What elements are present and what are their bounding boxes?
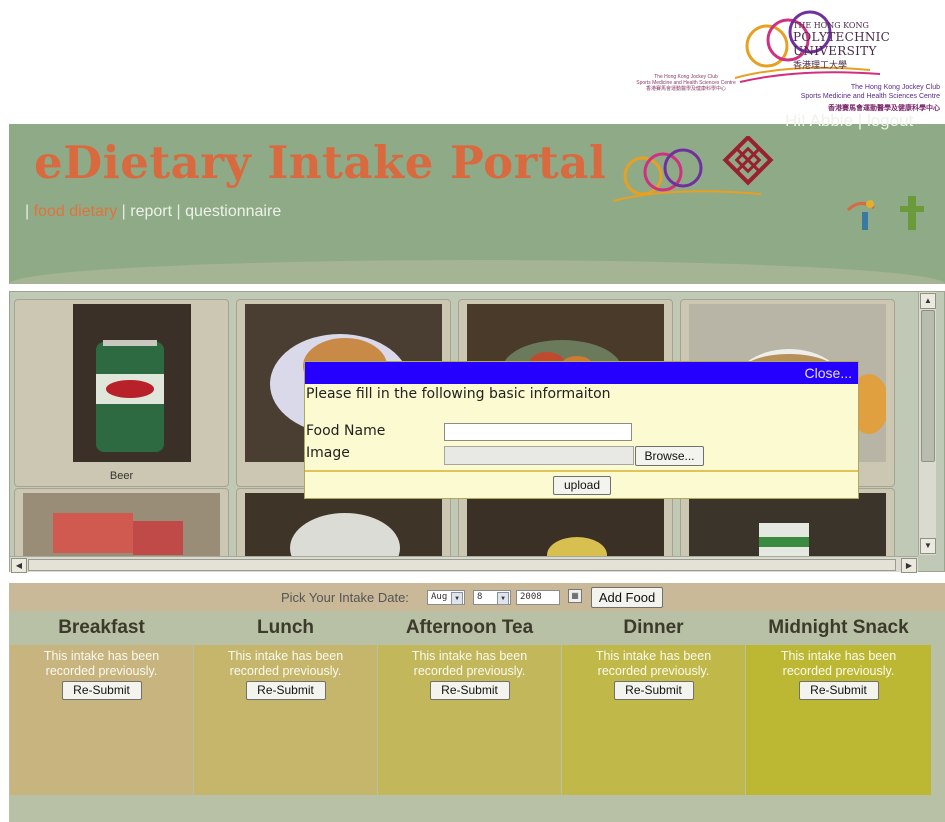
meal-status-line1: This intake has been	[43, 649, 160, 663]
month-value: Aug	[431, 592, 448, 602]
date-picker-label: Pick Your Intake Date:	[281, 590, 409, 605]
nav-questionnaire[interactable]: questionnaire	[185, 203, 281, 220]
year-value: 2008	[520, 592, 542, 602]
chevron-down-icon[interactable]: ▼	[451, 592, 463, 605]
nav-separator: |	[121, 203, 126, 220]
meal-status: This intake has been recorded previously…	[10, 649, 193, 679]
food-name-input[interactable]	[444, 423, 632, 441]
meal-title-dinner: Dinner	[623, 617, 684, 638]
meal-title-breakfast: Breakfast	[58, 617, 145, 638]
meal-status-line1: This intake has been	[595, 649, 712, 663]
vertical-scroll-thumb[interactable]	[921, 310, 935, 462]
scroll-right-arrow-icon[interactable]: ▶	[901, 558, 917, 573]
meal-status-line2: recorded previously.	[45, 664, 158, 678]
year-field[interactable]: 2008	[516, 590, 560, 605]
chevron-down-icon[interactable]: ▼	[497, 592, 509, 605]
meal-status-line1: This intake has been	[227, 649, 344, 663]
scroll-left-arrow-icon[interactable]: ◀	[11, 558, 27, 573]
browse-button[interactable]: Browse...	[635, 446, 704, 466]
meal-status-line2: recorded previously.	[597, 664, 710, 678]
main-nav: | food dietary | report | questionnaire	[25, 203, 281, 221]
polyu-logo-icon	[722, 136, 774, 186]
dialog-title-bar: Close...	[305, 362, 858, 384]
food-photo	[73, 304, 191, 462]
food-name-label: Food Name	[306, 423, 386, 439]
meal-status-line1: This intake has been	[780, 649, 897, 663]
header-band	[9, 260, 945, 284]
meal-panel-afternoon-tea: This intake has been recorded previously…	[378, 645, 561, 795]
user-bar: Hi! Abbie | logout	[785, 111, 913, 131]
meal-status-line2: recorded previously.	[229, 664, 342, 678]
hkjc-small-line3: 香港賽馬會運動醫學及健康科學中心	[645, 86, 726, 92]
day-value: 8	[477, 592, 483, 602]
meal-panel-midnight-snack: This intake has been recorded previously…	[746, 645, 931, 795]
calendar-icon[interactable]: ▦	[568, 589, 582, 603]
horizontal-scroll-thumb[interactable]	[28, 559, 896, 571]
scroll-down-arrow-icon[interactable]: ▼	[920, 538, 936, 554]
food-tile-label: Beer	[109, 470, 134, 482]
meal-status: This intake has been recorded previously…	[378, 649, 561, 679]
dialog-close-button[interactable]: Close...	[805, 365, 852, 381]
polyu-line1: THE HONG KONG	[793, 21, 869, 30]
resubmit-button[interactable]: Re-Submit	[245, 681, 326, 700]
hkjc-logo-line2: Sports Medicine and Health Sciences Cent…	[800, 93, 940, 100]
image-file-field[interactable]	[444, 446, 634, 465]
upload-button[interactable]: upload	[553, 476, 611, 495]
dialog-divider	[305, 470, 858, 472]
resubmit-button[interactable]: Re-Submit	[798, 681, 879, 700]
meal-status: This intake has been recorded previously…	[562, 649, 745, 679]
nav-report[interactable]: report	[130, 203, 172, 220]
header: eDietary Intake Portal | food dietary | …	[9, 124, 945, 284]
polyu-line2: POLYTECHNIC UNIVERSITY	[793, 30, 891, 58]
resubmit-button[interactable]: Re-Submit	[613, 681, 694, 700]
month-select[interactable]: Aug ▼	[427, 590, 465, 605]
scroll-up-arrow-icon[interactable]: ▲	[920, 293, 936, 309]
image-label: Image	[306, 445, 350, 461]
meal-panel-dinner: This intake has been recorded previously…	[562, 645, 745, 795]
nav-separator: |	[25, 203, 30, 220]
hkjc-small-text: The Hong Kong Jockey Club Sports Medicin…	[601, 74, 771, 92]
resubmit-button[interactable]: Re-Submit	[429, 681, 510, 700]
food-tile-beer[interactable]: Beer	[14, 299, 229, 487]
meal-title-afternoon-tea: Afternoon Tea	[405, 617, 534, 638]
nav-food-dietary[interactable]: food dietary	[34, 203, 118, 220]
day-select[interactable]: 8 ▼	[473, 590, 511, 605]
meal-panel-lunch: This intake has been recorded previously…	[194, 645, 377, 795]
resubmit-button[interactable]: Re-Submit	[61, 681, 142, 700]
meal-status: This intake has been recorded previously…	[746, 649, 931, 679]
gallery-vertical-scrollbar[interactable]: ▲ ▼	[918, 292, 936, 555]
meal-title-midnight-snack: Midnight Snack	[768, 617, 909, 638]
dialog-message: Please fill in the following basic infor…	[306, 386, 611, 402]
meal-status-line2: recorded previously.	[782, 664, 895, 678]
date-picker-bar: Pick Your Intake Date: Aug ▼ 8 ▼ 2008 ▦ …	[9, 583, 945, 611]
logout-link[interactable]: logout	[867, 111, 913, 130]
add-food-dialog: Close... Please fill in the following ba…	[304, 361, 859, 499]
meal-title-lunch: Lunch	[257, 617, 314, 638]
user-greeting: Hi! Abbie	[785, 111, 854, 130]
meal-status: This intake has been recorded previously…	[194, 649, 377, 679]
nav-separator: |	[176, 203, 181, 220]
meal-status-line2: recorded previously.	[413, 664, 526, 678]
polyu-name: THE HONG KONG POLYTECHNIC UNIVERSITY 香港理…	[793, 21, 945, 71]
polyu-line3: 香港理工大學	[793, 61, 848, 71]
user-bar-separator: |	[857, 111, 863, 130]
dept-logos-icon	[846, 196, 924, 230]
meal-panel-breakfast: This intake has been recorded previously…	[10, 645, 193, 795]
meal-status-line1: This intake has been	[411, 649, 528, 663]
gallery-horizontal-scrollbar[interactable]: ◀ ▶	[10, 556, 918, 573]
page-title: eDietary Intake Portal	[34, 136, 607, 189]
add-food-button[interactable]: Add Food	[591, 587, 663, 608]
